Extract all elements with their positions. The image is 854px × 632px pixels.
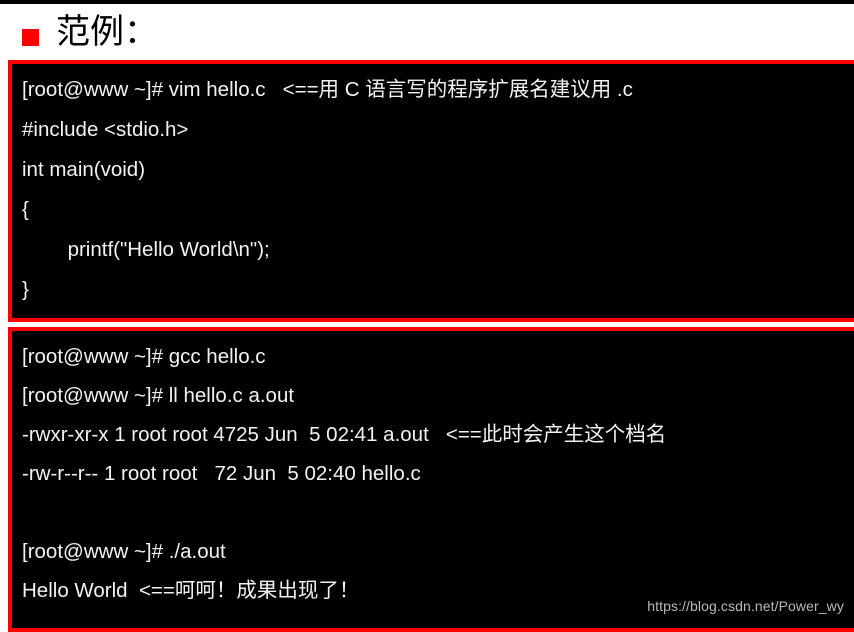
terminal-line: #include <stdio.h> [22,118,189,141]
terminal-line: [root@www ~]# gcc hello.c [22,345,266,368]
terminal-block-gcc: [root@www ~]# gcc hello.c [root@www ~]# … [8,327,854,632]
terminal-content-gcc: [root@www ~]# gcc hello.c [root@www ~]# … [12,331,854,628]
terminal-line: { [22,198,29,221]
terminal-line: -rwxr-xr-x 1 root root 4725 Jun 5 02:41 … [22,423,667,446]
watermark-label: https://blog.csdn.net/Power_wy [647,598,844,614]
terminal-line: [root@www ~]# ll hello.c a.out [22,384,295,407]
top-black-strip [0,0,854,4]
terminal-line: } [22,278,29,301]
terminal-content-vim: [root@www ~]# vim hello.c <==用 C 语言写的程序扩… [12,64,854,318]
terminal-line: -rw-r--r-- 1 root root 72 Jun 5 02:40 he… [22,462,421,485]
terminal-line: [root@www ~]# vim hello.c <==用 C 语言写的程序扩… [22,78,633,101]
terminal-line: [root@www ~]# ./a.out [22,540,226,563]
page-title: 范例： [22,6,158,58]
terminal-line: printf("Hello World\n"); [22,238,270,261]
terminal-line: int main(void) [22,158,146,181]
page-title-label: 范例： [56,12,158,52]
red-square-bullet-icon [22,28,39,46]
terminal-block-vim: [root@www ~]# vim hello.c <==用 C 语言写的程序扩… [8,60,854,322]
